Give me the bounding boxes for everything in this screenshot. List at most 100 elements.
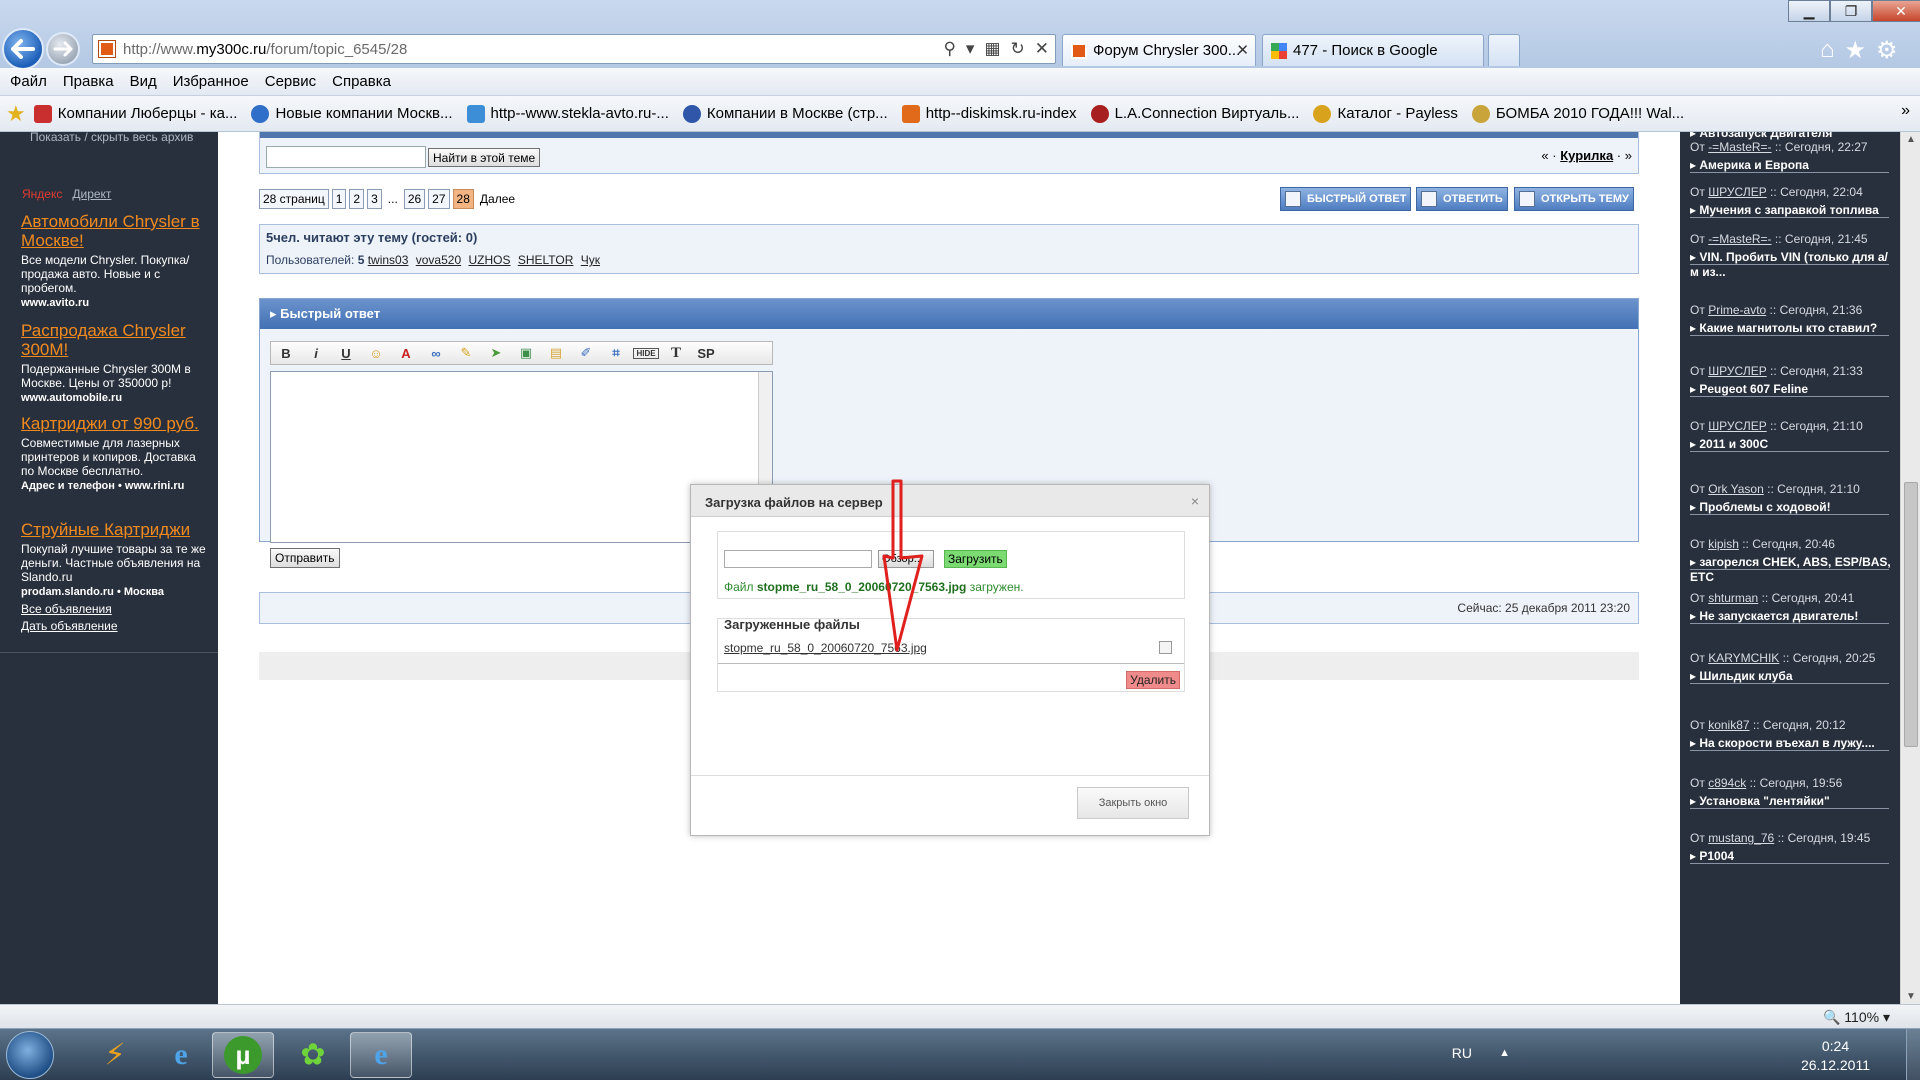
recent-topic-link[interactable]: ▸ Не запускается двигатель!: [1690, 609, 1895, 624]
hide-button[interactable]: HIDE: [633, 347, 659, 359]
chevron-more-icon[interactable]: »: [1901, 102, 1910, 120]
taskbar-app-winamp[interactable]: ⚡: [84, 1032, 146, 1078]
page-next[interactable]: Далее: [477, 190, 518, 208]
font-button[interactable]: T: [661, 345, 691, 362]
ad-title[interactable]: Автомобили Chrysler в Москве!: [21, 212, 211, 250]
favorite-item[interactable]: Компании Люберцы - ка...: [33, 104, 237, 123]
recent-topic-link[interactable]: ▸ Проблемы с ходовой!: [1690, 500, 1895, 515]
send-button[interactable]: Отправить: [270, 548, 340, 568]
favorite-item[interactable]: Каталог - Payless: [1313, 104, 1458, 123]
spoiler-button[interactable]: SP: [691, 346, 721, 361]
author-link[interactable]: kipish: [1708, 537, 1739, 551]
code-icon[interactable]: ⌗: [601, 345, 631, 361]
quick-reply-header[interactable]: ▸ Быстрый ответ: [260, 299, 1638, 329]
ad-title[interactable]: Распродажа Chrysler 300M!: [21, 321, 211, 359]
dialog-close-icon[interactable]: ×: [1191, 493, 1199, 509]
author-link[interactable]: KARYMCHIK: [1708, 651, 1779, 665]
close-window-button[interactable]: ✕: [1872, 0, 1920, 22]
reply-button[interactable]: ОТВЕТИТЬ: [1416, 187, 1508, 211]
ad-url[interactable]: Адрес и телефон • www.rini.ru: [21, 480, 211, 492]
recent-topic-link[interactable]: ▸ P1004: [1690, 849, 1895, 864]
search-icon[interactable]: ⚲: [943, 39, 955, 59]
compatibility-icon[interactable]: ▦: [984, 39, 1000, 59]
prev-topic-link[interactable]: «: [1541, 148, 1548, 163]
author-link[interactable]: Prime-avto: [1708, 303, 1766, 317]
scroll-up-icon[interactable]: ▲: [1906, 134, 1916, 145]
favorites-icon[interactable]: ★: [6, 101, 26, 127]
menu-favorites[interactable]: Избранное: [173, 73, 257, 90]
ad-url[interactable]: www.avito.ru: [21, 297, 211, 309]
start-button[interactable]: [6, 1031, 54, 1079]
menu-help[interactable]: Справка: [332, 73, 399, 90]
edit-icon[interactable]: ✎: [451, 345, 481, 361]
menu-edit[interactable]: Правка: [63, 73, 122, 90]
language-indicator[interactable]: RU: [1452, 1045, 1472, 1061]
forward-button[interactable]: [46, 32, 80, 66]
author-link[interactable]: mustang_76: [1708, 831, 1774, 845]
user-link[interactable]: vova520: [416, 253, 461, 267]
bold-button[interactable]: B: [271, 346, 301, 361]
page-scrollbar[interactable]: ▲ ▼: [1900, 132, 1920, 1004]
recent-topic-link[interactable]: ▸ Шильдик клуба: [1690, 669, 1895, 684]
user-link[interactable]: twins03: [368, 253, 409, 267]
tab-forum[interactable]: Форум Chrysler 300... ✕: [1062, 34, 1256, 66]
text-color-icon[interactable]: A: [391, 346, 421, 361]
delete-button[interactable]: Удалить: [1126, 671, 1180, 689]
taskbar-app-ie-active[interactable]: e: [350, 1032, 412, 1078]
author-link[interactable]: Ork Yason: [1708, 482, 1764, 496]
author-link[interactable]: -=MasteR=-: [1708, 232, 1771, 246]
back-button[interactable]: [2, 28, 44, 70]
recent-topic-link[interactable]: ▸ Peugeot 607 Feline: [1690, 382, 1895, 397]
author-link[interactable]: ШРУСЛЕР: [1708, 419, 1767, 433]
menu-view[interactable]: Вид: [130, 73, 165, 90]
maximize-button[interactable]: ❐: [1830, 0, 1872, 22]
next-topic-link[interactable]: »: [1625, 148, 1632, 163]
pen-icon[interactable]: ✐: [571, 345, 601, 361]
section-link[interactable]: Курилка: [1560, 148, 1613, 163]
recent-topic-link[interactable]: ▸ Установка "лентяйки": [1690, 794, 1895, 809]
favorite-item[interactable]: Компании в Москве (стр...: [682, 104, 888, 123]
quick-reply-button[interactable]: БЫСТРЫЙ ОТВЕТ: [1280, 187, 1412, 211]
favorite-item[interactable]: Новые компании Москв...: [251, 104, 453, 123]
author-link[interactable]: -=MasteR=-: [1708, 140, 1771, 154]
page-link[interactable]: 3: [367, 189, 382, 209]
scroll-down-icon[interactable]: ▼: [1906, 991, 1916, 1002]
page-link[interactable]: 26: [403, 189, 426, 209]
author-link[interactable]: ШРУСЛЕР: [1708, 185, 1767, 199]
close-window-dialog-button[interactable]: Закрыть окно: [1077, 787, 1189, 819]
file-checkbox[interactable]: [1159, 641, 1172, 654]
tray-expand-icon[interactable]: ▲: [1499, 1047, 1510, 1059]
favorites-star-icon[interactable]: ★: [1845, 36, 1867, 65]
user-link[interactable]: SHELTOR: [518, 253, 574, 267]
arrow-icon[interactable]: ➤: [481, 345, 511, 361]
new-tab-button[interactable]: [1488, 34, 1520, 66]
zoom-level[interactable]: 🔍 110% ▾: [1823, 1009, 1890, 1026]
recent-topic-link[interactable]: ▸ загорелся CHEK, ABS, ESP/BAS, ETC: [1690, 555, 1895, 585]
ad-url[interactable]: prodam.slando.ru • Москва: [21, 586, 211, 598]
link-icon[interactable]: ∞: [421, 346, 451, 361]
ad-url[interactable]: www.automobile.ru: [21, 392, 211, 404]
home-icon[interactable]: ⌂: [1820, 36, 1835, 65]
upload-button[interactable]: Загрузить: [944, 550, 1007, 568]
author-link[interactable]: konik87: [1708, 718, 1749, 732]
minimize-button[interactable]: ▁: [1788, 0, 1830, 22]
image-icon[interactable]: ▣: [511, 345, 541, 361]
pages-count[interactable]: 28 страниц: [259, 189, 329, 209]
address-bar[interactable]: http://www.my300c.ru/forum/topic_6545/28…: [92, 34, 1056, 64]
smiley-icon[interactable]: ☺: [361, 346, 391, 361]
favorite-item[interactable]: БОМБА 2010 ГОДА!!! Wal...: [1471, 104, 1684, 123]
underline-button[interactable]: U: [331, 346, 361, 361]
gear-icon[interactable]: ⚙: [1876, 36, 1898, 65]
search-topic-button[interactable]: Найти в этой теме: [428, 148, 541, 167]
page-link[interactable]: 2: [349, 189, 365, 209]
favorite-item[interactable]: http--diskimsk.ru-index: [901, 104, 1077, 123]
stop-icon[interactable]: ✕: [1035, 39, 1049, 59]
ad-title[interactable]: Картриджи от 990 руб.: [21, 414, 211, 433]
tab-google[interactable]: 477 - Поиск в Google: [1262, 34, 1484, 66]
dropdown-icon[interactable]: ▾: [966, 39, 975, 59]
author-link[interactable]: c894ck: [1708, 776, 1746, 790]
recent-topic-link[interactable]: ▸ 2011 и 300C: [1690, 437, 1895, 452]
ad-title[interactable]: Струйные Картриджи: [21, 520, 211, 539]
page-link[interactable]: 1: [331, 189, 347, 209]
show-desktop-button[interactable]: [1906, 1029, 1920, 1080]
